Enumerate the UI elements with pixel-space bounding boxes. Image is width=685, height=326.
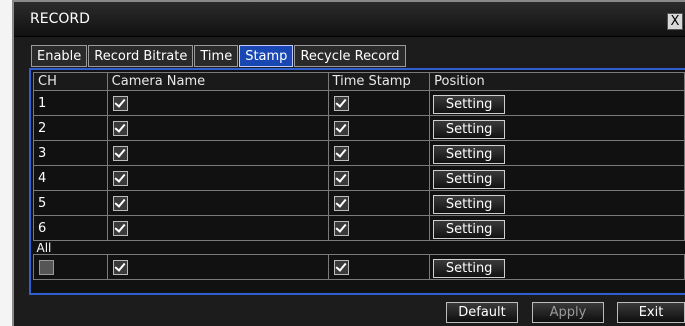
position-setting-button[interactable]: Setting	[433, 120, 506, 139]
time-stamp-checkbox[interactable]	[333, 120, 349, 136]
close-button[interactable]: X	[667, 13, 683, 30]
camera-name-checkbox[interactable]	[112, 220, 128, 236]
camera-name-checkbox[interactable]	[112, 145, 128, 161]
tab-record-bitrate[interactable]: Record Bitrate	[88, 45, 194, 67]
camera-name-checkbox[interactable]	[112, 95, 128, 111]
all-position-setting-button[interactable]: Setting	[433, 259, 506, 278]
all-camera-name-checkbox[interactable]	[112, 259, 128, 275]
table-row: 4 Setting	[33, 165, 685, 191]
table-header-row: CH Camera Name Time Stamp Position	[33, 72, 685, 91]
table-row: 5 Setting	[33, 190, 685, 216]
table-row: 3 Setting	[33, 140, 685, 166]
time-stamp-checkbox[interactable]	[333, 95, 349, 111]
tab-time[interactable]: Time	[194, 45, 239, 67]
camera-name-checkbox[interactable]	[112, 195, 128, 211]
position-setting-button[interactable]: Setting	[433, 145, 506, 164]
time-stamp-checkbox[interactable]	[333, 145, 349, 161]
all-label-row: All	[34, 241, 685, 255]
tab-recycle-record[interactable]: Recycle Record	[294, 45, 406, 67]
camera-name-checkbox[interactable]	[112, 120, 128, 136]
tab-enable[interactable]: Enable	[31, 45, 88, 67]
table-row: 2 Setting	[33, 115, 685, 141]
tab-stamp[interactable]: Stamp	[239, 45, 294, 67]
tab-bar: Enable Record Bitrate Time Stamp Recycle…	[31, 45, 407, 68]
header-camera-name: Camera Name	[106, 72, 329, 91]
time-stamp-checkbox[interactable]	[333, 170, 349, 186]
apply-button[interactable]: Apply	[532, 302, 604, 323]
stamp-table: CH Camera Name Time Stamp Position 1 Set…	[33, 72, 685, 280]
table-row: 6 Setting	[33, 215, 685, 241]
time-stamp-checkbox[interactable]	[333, 220, 349, 236]
header-time-stamp: Time Stamp	[327, 72, 431, 91]
channel-number: 6	[33, 215, 108, 241]
channel-number: 4	[33, 165, 108, 191]
exit-button[interactable]: Exit	[617, 302, 685, 323]
default-button[interactable]: Default	[446, 302, 518, 323]
position-setting-button[interactable]: Setting	[433, 220, 506, 239]
channel-number: 3	[33, 140, 108, 166]
time-stamp-checkbox[interactable]	[333, 195, 349, 211]
camera-name-checkbox[interactable]	[112, 170, 128, 186]
table-row: 1 Setting	[33, 90, 685, 116]
position-setting-button[interactable]: Setting	[433, 95, 506, 114]
record-window: RECORD X Enable Record Bitrate Time Stam…	[12, 0, 685, 326]
position-setting-button[interactable]: Setting	[433, 170, 506, 189]
channel-number: 1	[33, 90, 108, 116]
header-ch: CH	[33, 72, 108, 91]
all-label: All	[36, 240, 52, 255]
stamp-panel: CH Camera Name Time Stamp Position 1 Set…	[29, 68, 685, 295]
channel-number: 5	[33, 190, 108, 216]
all-time-stamp-checkbox[interactable]	[333, 259, 349, 275]
all-row: Setting	[33, 254, 685, 280]
select-all-checkbox[interactable]	[39, 259, 54, 275]
position-setting-button[interactable]: Setting	[433, 195, 506, 214]
window-title: RECORD	[30, 11, 90, 27]
header-position: Position	[429, 72, 685, 91]
channel-number: 2	[33, 115, 108, 141]
title-bar: RECORD X	[14, 2, 685, 37]
